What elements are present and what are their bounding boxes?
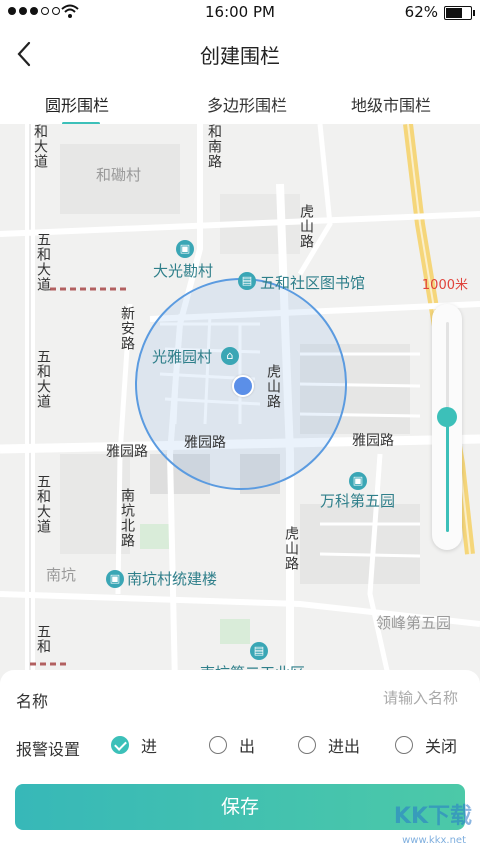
slider-track-fill <box>446 416 449 532</box>
road-label-wuhedadao-3: 五和大道 <box>35 349 51 409</box>
tab-circle-fence[interactable]: 圆形围栏 <box>45 92 109 116</box>
alarm-option-label: 出 <box>239 737 256 756</box>
poi-nankengcun: 南坑村统建楼 <box>127 570 218 588</box>
poi-home-icon: ⌂ <box>221 347 239 365</box>
library-icon: ▤ <box>238 272 256 290</box>
poi-library: 五和社区图书馆 <box>260 274 366 292</box>
road-label-hushanlu-3: 虎山路 <box>283 526 299 571</box>
poi-building-icon: ▣ <box>176 240 194 258</box>
fence-type-tabs: 圆形围栏 多边形围栏 地级市围栏 <box>0 82 480 125</box>
road-label-xinanlu: 新安路 <box>119 306 135 351</box>
map-roads <box>0 124 480 684</box>
radio-circle <box>111 736 129 754</box>
road-label-yayuanlu-2: 雅园路 <box>184 435 226 451</box>
place-label-nankeng: 南坑 <box>46 566 77 584</box>
road-label-wuhedadao-2: 五和大道 <box>35 232 51 292</box>
status-bar: 16:00 PM 62% <box>0 0 480 26</box>
map-view[interactable]: 和大道 和磡村 和南路 虎山路 五和大道 ▣ 大光勘村 ▤ 五和社区图书馆 新安… <box>0 124 480 684</box>
road-label-henanlu: 和南路 <box>206 124 222 169</box>
name-label: 名称 <box>16 692 49 711</box>
alarm-option-label: 进 <box>141 737 158 756</box>
poi-guangyayuancun: 光雅园村 <box>152 348 213 366</box>
page-title: 创建围栏 <box>200 44 280 68</box>
fence-form-sheet: 名称 报警设置 进 出 进出 关闭 保存 KK下载 www.kkx.net <box>0 670 480 853</box>
battery-icon <box>444 6 475 20</box>
poi-factory-icon: ▤ <box>250 642 268 660</box>
road-label-hushanlu-1: 虎山路 <box>298 204 314 249</box>
name-input[interactable] <box>256 684 460 712</box>
radius-slider[interactable] <box>432 304 462 550</box>
alarm-option-off[interactable]: 关闭 <box>395 733 457 757</box>
watermark-logo: KK下载 <box>393 804 472 829</box>
poi-wanke: 万科第五园 <box>320 492 396 510</box>
alarm-option-enter[interactable]: 进 <box>111 733 157 757</box>
radius-label: 1000米 <box>421 278 468 293</box>
road-label-yayuanlu-3: 雅园路 <box>352 433 394 449</box>
road-label-wuhedadao-4: 五和大道 <box>35 474 51 534</box>
radio-circle <box>298 736 316 754</box>
radio-circle <box>395 736 413 754</box>
poi-daguangkancun: 大光勘村 <box>153 262 214 280</box>
battery-percent: 62% <box>404 3 438 21</box>
place-label-lingfeng: 领峰第五园 <box>376 614 452 632</box>
road-label-hushanlu-2: 虎山路 <box>265 364 281 409</box>
current-location-dot[interactable] <box>232 375 254 397</box>
road-label-yayuanlu-1: 雅园路 <box>106 444 148 460</box>
alarm-setting-label: 报警设置 <box>16 740 81 759</box>
alarm-option-label: 关闭 <box>425 737 458 756</box>
nav-bar: 创建围栏 <box>0 26 480 82</box>
alarm-option-exit[interactable]: 出 <box>209 733 255 757</box>
slider-thumb[interactable] <box>437 406 457 427</box>
alarm-option-label: 进出 <box>328 737 361 756</box>
poi-building-icon: ▣ <box>349 472 367 490</box>
road-label-wuhedadao-1: 和大道 <box>32 124 48 169</box>
poi-building-icon: ▣ <box>106 570 124 588</box>
watermark-url: www.kkx.net <box>402 835 466 846</box>
road-label-nankengbeilu: 南坑北路 <box>119 488 135 548</box>
tab-city-fence[interactable]: 地级市围栏 <box>351 92 431 116</box>
tab-polygon-fence[interactable]: 多边形围栏 <box>207 92 287 116</box>
radio-circle <box>209 736 227 754</box>
road-label-wuhedadao-5: 五和 <box>35 624 51 654</box>
place-label-hemiancun: 和磡村 <box>96 166 142 184</box>
alarm-option-enter-exit[interactable]: 进出 <box>298 733 360 757</box>
